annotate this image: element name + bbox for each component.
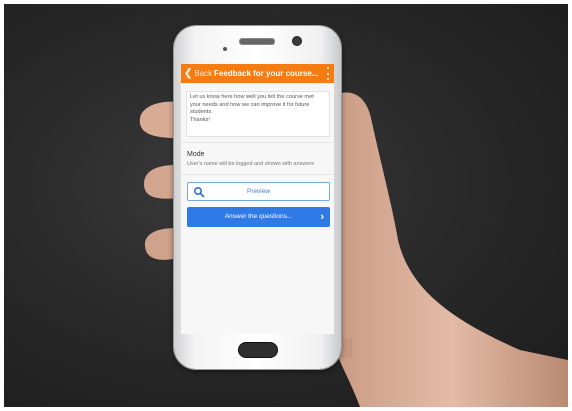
back-button[interactable]: ❮ Back: [184, 66, 212, 81]
intro-card: Let us know here how well you felt the c…: [186, 91, 330, 137]
answer-label: Answer the questions...: [224, 213, 293, 220]
chevron-right-icon: ›: [320, 211, 324, 223]
overflow-menu-icon[interactable]: [326, 67, 330, 80]
sensor-dots: [223, 38, 233, 69]
answer-questions-button[interactable]: Answer the questions... ›: [187, 207, 330, 227]
mode-description: User's name will be logged and shown wit…: [187, 161, 315, 167]
phone-screen: ❮ Back Feedback for your course... Let u…: [181, 64, 334, 334]
chevron-left-icon: ❮: [184, 68, 193, 79]
smartphone: ❮ Back Feedback for your course... Let u…: [174, 26, 341, 369]
front-camera: [292, 36, 302, 46]
earpiece-speaker: [239, 38, 275, 45]
app-bar: ❮ Back Feedback for your course...: [181, 64, 334, 83]
photo-scene: ❮ Back Feedback for your course... Let u…: [0, 0, 572, 411]
mode-label: Mode: [187, 151, 205, 158]
divider: [181, 142, 334, 143]
preview-label: Preview: [246, 188, 271, 195]
page-title: Feedback for your course...: [214, 69, 319, 78]
divider: [181, 174, 334, 175]
intro-text: Let us know here how well you felt the c…: [190, 94, 314, 123]
preview-button[interactable]: Preview: [187, 182, 330, 201]
home-button[interactable]: [238, 342, 278, 358]
back-label: Back: [194, 69, 213, 78]
